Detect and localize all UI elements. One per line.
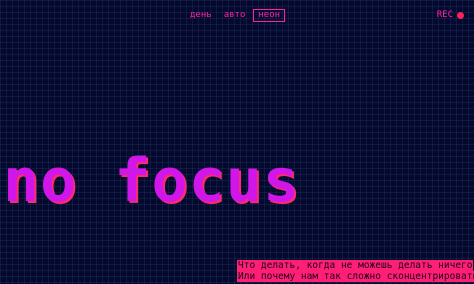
theme-switcher: день авто неон [186,9,286,22]
nav-item-neon[interactable]: неон [253,9,286,22]
nav-item-day[interactable]: день [186,9,216,22]
caption-line: Или почему нам так сложно сконцентрирова… [237,271,474,282]
rec-label: REC [436,10,453,20]
page-title: no focus [3,146,300,216]
caption: Что делать, когда не можешь делать ничег… [237,260,474,282]
rec-indicator: REC [437,10,464,21]
record-dot-icon [457,12,464,19]
page: день авто неон REC no focus Что делать, … [0,0,474,284]
caption-line: Что делать, когда не можешь делать ничег… [237,260,473,271]
nav-item-auto[interactable]: авто [220,9,250,22]
